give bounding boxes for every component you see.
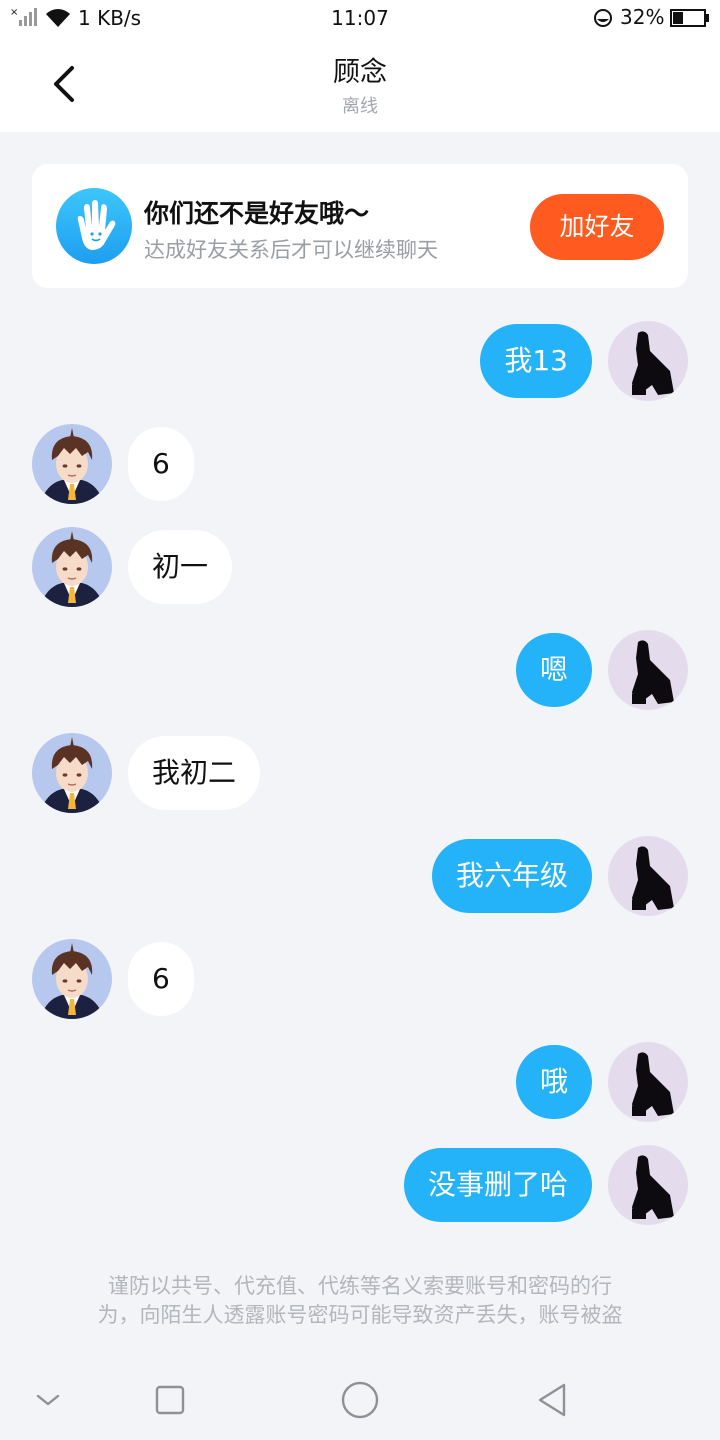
contact-avatar[interactable] bbox=[32, 527, 112, 607]
message-row-incoming: 6 bbox=[0, 424, 720, 504]
my-avatar[interactable] bbox=[608, 321, 688, 401]
contact-avatar[interactable] bbox=[32, 424, 112, 504]
contact-avatar[interactable] bbox=[32, 939, 112, 1019]
message-row-outgoing: 我13 bbox=[0, 321, 720, 401]
my-avatar[interactable] bbox=[608, 836, 688, 916]
contact-status: 离线 bbox=[342, 96, 378, 117]
chat-header: 顾念 离线 bbox=[0, 36, 720, 132]
message-bubble-outgoing[interactable]: 哦 bbox=[515, 1045, 592, 1119]
message-bubble-outgoing[interactable]: 没事删了哈 bbox=[403, 1148, 592, 1222]
my-avatar[interactable] bbox=[608, 630, 688, 710]
message-row-outgoing: 哦 bbox=[0, 1042, 720, 1122]
hand-wave-icon bbox=[56, 188, 132, 264]
status-bar: × 1 KB/s 11:07 32% bbox=[0, 0, 720, 36]
battery-icon bbox=[670, 9, 709, 27]
message-bubble-incoming[interactable]: 6 bbox=[128, 942, 194, 1016]
square-icon[interactable] bbox=[150, 1380, 190, 1420]
contact-avatar[interactable] bbox=[32, 733, 112, 813]
circle-icon[interactable] bbox=[340, 1380, 380, 1420]
triangle-back-icon[interactable] bbox=[532, 1380, 572, 1420]
message-row-incoming: 6 bbox=[0, 939, 720, 1019]
not-friends-card: 你们还不是好友哦～ 达成好友关系后才可以继续聊天 加好友 bbox=[32, 164, 688, 288]
chevron-down-icon[interactable] bbox=[28, 1380, 68, 1420]
security-warning: 谨防以共号、代充值、代练等名义索要账号和密码的行 为，向陌生人透露账号密码可能导… bbox=[60, 1272, 660, 1330]
not-friends-title: 你们还不是好友哦～ bbox=[144, 199, 370, 228]
message-bubble-incoming[interactable]: 6 bbox=[128, 427, 194, 501]
message-bubble-incoming[interactable]: 我初二 bbox=[128, 736, 261, 810]
battery-percent: 32% bbox=[620, 5, 665, 29]
security-warning-line-2: 为，向陌生人透露账号密码可能导致资产丢失，账号被盗 bbox=[97, 1303, 623, 1327]
message-row-outgoing: 没事删了哈 bbox=[0, 1145, 720, 1225]
not-friends-description: 达成好友关系后才可以继续聊天 bbox=[144, 238, 438, 262]
my-avatar[interactable] bbox=[608, 1145, 688, 1225]
my-avatar[interactable] bbox=[608, 1042, 688, 1122]
message-row-incoming: 初一 bbox=[0, 527, 720, 607]
message-row-incoming: 我初二 bbox=[0, 733, 720, 813]
message-bubble-outgoing[interactable]: 我13 bbox=[480, 324, 592, 398]
message-row-outgoing: 嗯 bbox=[0, 630, 720, 710]
chat-screen: × 1 KB/s 11:07 32% 顾念 离线 你们还不是好友哦～ 达成好友关… bbox=[0, 0, 720, 1440]
system-navigation-bar bbox=[0, 1360, 720, 1440]
security-warning-line-1: 谨防以共号、代充值、代练等名义索要账号和密码的行 bbox=[108, 1274, 612, 1298]
contact-name: 顾念 bbox=[333, 57, 387, 88]
eye-protection-icon bbox=[594, 9, 612, 27]
message-bubble-outgoing[interactable]: 我六年级 bbox=[431, 839, 592, 913]
message-row-outgoing: 我六年级 bbox=[0, 836, 720, 916]
message-bubble-outgoing[interactable]: 嗯 bbox=[515, 633, 592, 707]
add-friend-button[interactable]: 加好友 bbox=[530, 194, 664, 260]
message-bubble-incoming[interactable]: 初一 bbox=[128, 530, 233, 604]
